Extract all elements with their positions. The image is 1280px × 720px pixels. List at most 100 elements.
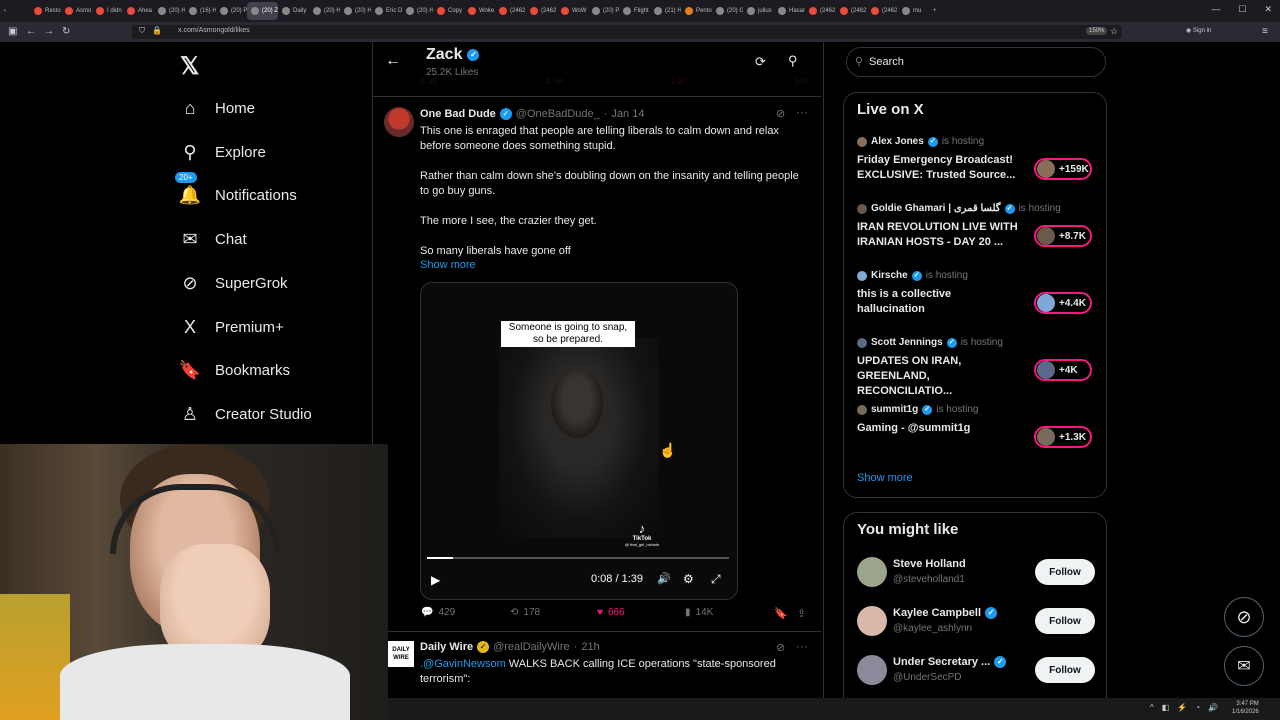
grok-icon[interactable]: ⊘: [776, 107, 785, 120]
author-name[interactable]: Daily Wire: [420, 641, 473, 653]
like-button[interactable]: ♥ 666: [597, 607, 625, 618]
close-window-icon[interactable]: ✕: [1264, 4, 1272, 15]
video-progress-track[interactable]: [427, 557, 729, 559]
avatar[interactable]: [384, 107, 414, 137]
search-input[interactable]: Search: [869, 56, 904, 68]
live-item[interactable]: Kirsche ✓ is hosting this is a collective h…: [857, 270, 1097, 317]
suggestion-name[interactable]: Steve Holland: [893, 558, 966, 570]
browser-tab[interactable]: (16) H: [185, 2, 216, 20]
search-icon[interactable]: ⚲: [788, 53, 798, 69]
browser-tab[interactable]: WoW: [557, 2, 588, 20]
zoom-level[interactable]: 150%: [1086, 27, 1108, 35]
grok-floating-button[interactable]: ⊘: [1224, 597, 1264, 637]
browser-tab[interactable]: Hasan: [774, 2, 805, 20]
browser-tab[interactable]: (2462: [836, 2, 867, 20]
browser-tab[interactable]: (2462: [867, 2, 898, 20]
video-player[interactable]: Someone is going to snap, so be prepared…: [420, 282, 738, 600]
sidebar-item-premium[interactable]: X Premium+: [179, 316, 284, 338]
author-name[interactable]: One Bad Dude: [420, 108, 496, 120]
browser-tab[interactable]: (20) P: [216, 2, 247, 20]
host-name[interactable]: Scott Jennings: [871, 337, 943, 348]
browser-tab[interactable]: Asmo: [61, 2, 92, 20]
browser-tab[interactable]: (20) H: [402, 2, 433, 20]
share-icon[interactable]: ⇪: [797, 607, 806, 620]
follow-button[interactable]: Follow: [1035, 559, 1095, 585]
avatar[interactable]: [857, 655, 887, 685]
tweet-date[interactable]: Jan 14: [611, 108, 644, 120]
more-options-icon[interactable]: ···: [796, 105, 808, 119]
browser-tab[interactable]: (2462: [526, 2, 557, 20]
reply-button[interactable]: 💬 429: [421, 607, 455, 618]
refresh-icon[interactable]: ⟳: [755, 54, 766, 70]
back-icon[interactable]: ←: [26, 26, 36, 37]
avatar[interactable]: [857, 606, 887, 636]
suggestion-name[interactable]: Under Secretary ... ✓: [893, 656, 1007, 668]
browser-tab[interactable]: Woke: [464, 2, 495, 20]
settings-gear-icon[interactable]: ⚙: [683, 572, 694, 586]
suggestion-name[interactable]: Kaylee Campbell ✓: [893, 607, 998, 619]
host-name[interactable]: Kirsche: [871, 270, 908, 281]
tab-scroll-left-icon[interactable]: ‹: [0, 2, 30, 20]
follow-button[interactable]: Follow: [1035, 657, 1095, 683]
sidebar-item-creator-studio[interactable]: ♙ Creator Studio: [179, 403, 312, 425]
sidebar-item-bookmarks[interactable]: 🔖 Bookmarks: [179, 359, 290, 381]
live-item[interactable]: summit1g ✓ is hosting Gaming - @summit1g +1.…: [857, 404, 1097, 448]
back-arrow-icon[interactable]: ←: [385, 52, 401, 70]
browser-tab[interactable]: (2462: [495, 2, 526, 20]
show-more-link[interactable]: Show more: [857, 472, 913, 484]
browser-tab[interactable]: Ahea: [123, 2, 154, 20]
x-logo-icon[interactable]: 𝕏: [180, 52, 199, 81]
live-listeners-pill[interactable]: +4K: [1034, 359, 1092, 381]
live-item[interactable]: Alex Jones ✓ is hosting Friday Emergency Br…: [857, 136, 1097, 183]
browser-tab[interactable]: (20) H: [154, 2, 185, 20]
browser-tab[interactable]: Flight: [619, 2, 650, 20]
browser-tab[interactable]: julius: [743, 2, 774, 20]
avatar[interactable]: [857, 557, 887, 587]
views-button[interactable]: ▮ 14K: [685, 607, 713, 618]
live-listeners-pill[interactable]: +159K: [1034, 158, 1092, 180]
avatar[interactable]: DAILY WIRE: [388, 641, 414, 667]
sign-in-button[interactable]: ◉ Sign in: [1186, 27, 1211, 34]
follow-button[interactable]: Follow: [1035, 608, 1095, 634]
mention-link[interactable]: .@GavinNewsom: [420, 658, 506, 670]
volume-icon[interactable]: 🔊: [657, 572, 671, 585]
browser-tab[interactable]: I didn: [92, 2, 123, 20]
browser-tab[interactable]: Copy: [433, 2, 464, 20]
more-options-icon[interactable]: ···: [796, 639, 808, 653]
tweet-date[interactable]: 21h: [581, 641, 599, 653]
new-tab-icon[interactable]: +: [929, 2, 949, 20]
host-name[interactable]: Alex Jones: [871, 136, 924, 147]
live-item[interactable]: Goldie Ghamari | گلسا قمری ✓ is hosting IRA…: [857, 203, 1097, 250]
author-handle[interactable]: @OneBadDude_: [516, 108, 600, 120]
sidebar-item-notifications[interactable]: 🔔 Notifications 20+: [175, 172, 297, 206]
maximize-icon[interactable]: ☐: [1238, 4, 1246, 15]
system-clock[interactable]: 3:47 PM 1/16/2026: [1232, 700, 1259, 716]
browser-tab[interactable]: (20) H: [340, 2, 371, 20]
live-item[interactable]: Scott Jennings ✓ is hosting UPDATES ON IRAN…: [857, 337, 1097, 399]
sidebar-item-supergrok[interactable]: ⊘ SuperGrok: [179, 272, 287, 294]
live-listeners-pill[interactable]: +4.4K: [1034, 292, 1092, 314]
live-listeners-pill[interactable]: +8.7K: [1034, 225, 1092, 247]
url-bar[interactable]: [132, 25, 1122, 39]
play-icon[interactable]: ▶: [431, 573, 440, 587]
sidebar-item-chat[interactable]: ✉ Chat: [179, 228, 246, 250]
menu-icon[interactable]: ≡: [1262, 26, 1268, 37]
sidebar-item-home[interactable]: ⌂ Home: [179, 97, 255, 119]
browser-tab[interactable]: (20) H: [309, 2, 340, 20]
host-name[interactable]: summit1g: [871, 404, 918, 415]
grok-icon[interactable]: ⊘: [776, 641, 785, 654]
messages-floating-button[interactable]: ✉: [1224, 646, 1264, 686]
browser-tab[interactable]: (20) G: [712, 2, 743, 20]
author-handle[interactable]: @realDailyWire: [493, 641, 570, 653]
reload-icon[interactable]: ↻: [62, 26, 70, 37]
browser-tab[interactable]: (20) P: [588, 2, 619, 20]
browser-tab[interactable]: (2462: [805, 2, 836, 20]
browser-tab[interactable]: (20) Z: [247, 2, 278, 20]
browser-tab[interactable]: Pento: [681, 2, 712, 20]
host-name[interactable]: Goldie Ghamari | گلسا قمری: [871, 203, 1001, 214]
live-listeners-pill[interactable]: +1.3K: [1034, 426, 1092, 448]
minimize-icon[interactable]: —: [1211, 4, 1220, 15]
fullscreen-icon[interactable]: ⤢: [711, 572, 721, 587]
bookmark-icon[interactable]: 🔖: [774, 607, 788, 620]
bookmark-star-icon[interactable]: ☆: [1110, 26, 1118, 37]
